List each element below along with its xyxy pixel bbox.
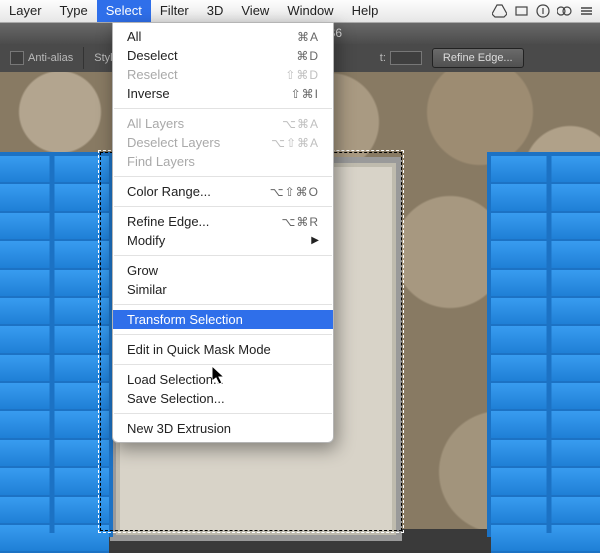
menu-item-label: Grow: [127, 263, 319, 278]
menu-layer[interactable]: Layer: [0, 0, 51, 22]
menu-item-reselect: Reselect⇧⌘D: [113, 65, 333, 84]
menu-item-refine-edge[interactable]: Refine Edge...⌥⌘R: [113, 212, 333, 231]
anti-alias-label: Anti-alias: [28, 52, 73, 64]
menu-item-label: Deselect Layers: [127, 135, 271, 150]
refine-edge-button[interactable]: Refine Edge...: [432, 48, 524, 68]
submenu-arrow-icon: ▶: [311, 235, 319, 246]
menu-item-shortcut: ⇧⌘I: [291, 87, 319, 101]
menu-item-label: Load Selection...: [127, 372, 319, 387]
menu-select[interactable]: Select: [97, 0, 151, 22]
menu-item-shortcut: ⌘D: [296, 49, 319, 63]
menu-item-shortcut: ⌥⇧⌘A: [271, 136, 319, 150]
menu-item-shortcut: ⌥⇧⌘O: [270, 185, 319, 199]
photo-shutter-right: [487, 152, 600, 537]
menu-item-grow[interactable]: Grow: [113, 261, 333, 280]
menu-view[interactable]: View: [232, 0, 278, 22]
menu-item-label: Find Layers: [127, 154, 319, 169]
menu-item-new-3d-extrusion[interactable]: New 3D Extrusion: [113, 419, 333, 438]
menu-icon[interactable]: [579, 4, 594, 18]
menu-divider: [114, 206, 332, 207]
dropbox-icon[interactable]: [514, 4, 529, 18]
select-menu-dropdown: All⌘ADeselect⌘DReselect⇧⌘DInverse⇧⌘IAll …: [112, 22, 334, 443]
truncated-label: t:: [380, 52, 386, 64]
menu-item-deselect-layers: Deselect Layers⌥⇧⌘A: [113, 133, 333, 152]
menu-filter[interactable]: Filter: [151, 0, 198, 22]
menu-item-modify[interactable]: Modify▶: [113, 231, 333, 250]
menu-item-label: New 3D Extrusion: [127, 421, 319, 436]
menu-divider: [114, 108, 332, 109]
menu-3d[interactable]: 3D: [198, 0, 233, 22]
menu-item-label: Edit in Quick Mask Mode: [127, 342, 319, 357]
mac-menubar: Layer Type Select Filter 3D View Window …: [0, 0, 600, 23]
menu-item-color-range[interactable]: Color Range...⌥⇧⌘O: [113, 182, 333, 201]
menu-divider: [114, 304, 332, 305]
menu-item-label: Reselect: [127, 67, 285, 82]
menu-type[interactable]: Type: [51, 0, 97, 22]
menu-item-label: Refine Edge...: [127, 214, 282, 229]
menu-item-shortcut: ⌘A: [297, 30, 319, 44]
photo-shutter-left: [0, 152, 113, 537]
menu-item-all-layers: All Layers⌥⌘A: [113, 114, 333, 133]
truncated-field[interactable]: [390, 51, 422, 65]
cc-icon[interactable]: [557, 4, 572, 18]
menu-item-shortcut: ⌥⌘A: [282, 117, 319, 131]
menu-item-save-selection[interactable]: Save Selection...: [113, 389, 333, 408]
menu-divider: [114, 413, 332, 414]
separator: [83, 47, 84, 69]
menu-item-all[interactable]: All⌘A: [113, 27, 333, 46]
menu-item-load-selection[interactable]: Load Selection...: [113, 370, 333, 389]
pen-icon[interactable]: [536, 4, 550, 18]
checkbox-icon: [10, 51, 24, 65]
menu-item-deselect[interactable]: Deselect⌘D: [113, 46, 333, 65]
menu-divider: [114, 334, 332, 335]
menu-item-label: Modify: [127, 233, 311, 248]
anti-alias-checkbox[interactable]: Anti-alias: [10, 51, 73, 65]
menu-item-label: Similar: [127, 282, 319, 297]
menu-window[interactable]: Window: [278, 0, 342, 22]
menu-item-similar[interactable]: Similar: [113, 280, 333, 299]
menu-item-label: All: [127, 29, 297, 44]
menu-item-shortcut: ⌥⌘R: [282, 215, 320, 229]
menu-divider: [114, 364, 332, 365]
menu-item-label: Transform Selection: [127, 312, 319, 327]
menu-item-find-layers: Find Layers: [113, 152, 333, 171]
menu-item-label: Deselect: [127, 48, 296, 63]
menu-item-shortcut: ⇧⌘D: [285, 68, 319, 82]
menu-item-label: Save Selection...: [127, 391, 319, 406]
menu-divider: [114, 176, 332, 177]
menu-item-label: Inverse: [127, 86, 291, 101]
menu-item-edit-in-quick-mask-mode[interactable]: Edit in Quick Mask Mode: [113, 340, 333, 359]
menubar-extras: [492, 0, 594, 22]
menu-item-label: Color Range...: [127, 184, 270, 199]
menu-item-label: All Layers: [127, 116, 282, 131]
menu-item-inverse[interactable]: Inverse⇧⌘I: [113, 84, 333, 103]
menu-item-transform-selection[interactable]: Transform Selection: [113, 310, 333, 329]
menu-help[interactable]: Help: [343, 0, 388, 22]
gdrive-icon[interactable]: [492, 4, 507, 18]
menu-divider: [114, 255, 332, 256]
